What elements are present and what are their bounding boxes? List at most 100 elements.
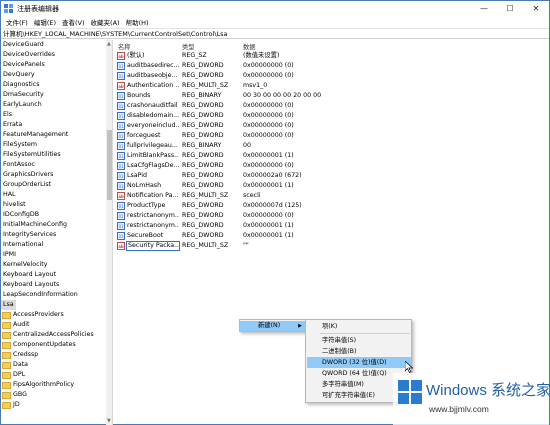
binary-value-icon: 01 [117,172,125,180]
tree-item[interactable]: DevQuery [1,70,35,80]
tree-item[interactable]: DeviceGuard [1,40,44,50]
tree-item[interactable]: Diagnostics [1,80,40,90]
value-data: 0x00000001 (1) [243,152,294,159]
site-watermark: Windows 系统之家 www.bjjmlv.com [393,373,550,425]
binary-value-icon: 01 [117,202,125,210]
tree-item[interactable]: FontAssoc [1,160,35,170]
tree-item[interactable]: Errata [1,120,22,130]
submenu-item-string[interactable]: 字符串值(S) [307,335,411,346]
value-row[interactable]: 01 LsaCfgFlagsDe... REG_DWORD 0x00000000 (0… [116,161,416,171]
binary-value-icon: 01 [117,112,125,120]
tree-child-item[interactable]: JD [13,400,20,410]
maximize-button[interactable]: ☐ [497,1,523,16]
value-row[interactable]: 01 crashonauditfail REG_DWORD 0x00000000 (0… [116,101,416,111]
value-name: disabledomain... [127,112,179,119]
tree-child-item[interactable]: FipsAlgorithmPolicy [13,380,74,390]
folder-icon [2,351,11,359]
value-row[interactable]: 01 restrictanonym... REG_DWORD 0x00000001 (… [116,221,416,231]
tree-item[interactable]: IDConfigDB [1,210,39,220]
value-row[interactable]: ab (默认) REG_SZ (数值未设置) [116,51,416,61]
value-row[interactable]: 01 NoLmHash REG_DWORD 0x00000001 (1) [116,181,416,191]
tree-item[interactable]: DevicePanels [1,60,45,70]
tree-item[interactable]: KernelVelocity [1,260,47,270]
menu-file[interactable]: 文件(F) [3,17,31,27]
tree-item[interactable]: HAL [1,190,16,200]
tree-child-item[interactable]: Credssp [13,350,38,360]
tree-child-item[interactable]: Data [13,360,28,370]
value-row[interactable]: ab Notification Pa... REG_MULTI_SZ scecli [116,191,416,201]
value-row[interactable]: 01 auditbaseobje... REG_DWORD 0x00000000 (0… [116,71,416,81]
value-row[interactable]: 01 ProductType REG_DWORD 0x0000007d (125) [116,201,416,211]
tree-item[interactable]: Els [1,110,12,120]
string-value-icon: ab [117,192,125,200]
value-row[interactable]: 01 auditbasedirec... REG_DWORD 0x00000000 (… [116,61,416,71]
value-name: LimitBlankPass... [127,152,179,159]
tree-item[interactable]: LeapSecondInformation [1,290,78,300]
tree-child-item[interactable]: GBG [13,390,27,400]
value-row[interactable]: 01 restrictanonym... REG_DWORD 0x00000000 (… [116,211,416,221]
value-data: 0x00000000 (0) [243,122,294,129]
tree-item[interactable]: Keyboard Layouts [1,280,59,290]
value-row[interactable]: 01 forceguest REG_DWORD 0x00000000 (0) [116,131,416,141]
submenu-item-dword[interactable]: DWORD (32 位)值(D) [307,357,411,368]
value-row[interactable]: ab Security Packa... REG_MULTI_SZ "" [116,241,416,251]
tree-item[interactable]: IntegrityServices [1,230,56,240]
value-row[interactable]: 01 fullprivilegeau... REG_BINARY 00 [116,141,416,151]
tree-item[interactable]: IPMI [1,250,16,260]
tree-item[interactable]: GroupOrderList [1,180,51,190]
scroll-down-icon[interactable]: ▼ [107,418,111,424]
value-data: 0x00000000 (0) [243,72,294,79]
tree-item[interactable]: FileSystem [1,140,37,150]
value-row[interactable]: 01 Bounds REG_BINARY 00 30 00 00 00 20 00 0… [116,91,416,101]
menu-help[interactable]: 帮助(H) [123,17,152,27]
tree-child-item[interactable]: AccessProviders [13,310,64,320]
value-row[interactable]: 01 everyoneinclud... REG_DWORD 0x00000000 (… [116,121,416,131]
submenu-arrow-icon: ▶ [298,323,302,329]
value-row[interactable]: 01 LsaPid REG_DWORD 0x000002a0 (672) [116,171,416,181]
column-header-type[interactable]: 类型 [182,42,195,51]
value-type: REG_BINARY [182,142,222,149]
address-bar[interactable]: 计算机\HKEY_LOCAL_MACHINE\SYSTEM\CurrentCon… [1,28,549,39]
value-name: Notification Pa... [127,192,179,199]
value-data: "" [243,242,249,249]
value-row[interactable]: 01 disabledomain... REG_DWORD 0x00000000 (0… [116,111,416,121]
value-row[interactable]: 01 SecureBoot REG_DWORD 0x00000001 (1) [116,231,416,241]
tree-scrollbar[interactable]: ▲ ▼ [106,40,112,425]
tree-child-item[interactable]: Audit [13,320,30,330]
menu-view[interactable]: 查看(V) [59,17,88,27]
value-row[interactable]: ab Authentication ... REG_MULTI_SZ msv1_0 [116,81,416,91]
tree-item-lsa-selected[interactable]: Lsa [1,300,16,310]
menu-edit[interactable]: 编辑(E) [31,17,59,27]
tree-item[interactable]: DeviceOverrides [1,50,55,60]
tree-item[interactable]: DmaSecurity [1,90,44,100]
column-header-name[interactable]: 名称 [118,42,131,51]
value-type: REG_DWORD [182,232,224,239]
value-type: REG_MULTI_SZ [182,82,229,89]
tree-item[interactable]: Keyboard Layout [1,270,56,280]
tree-item[interactable]: GraphicsDrivers [1,170,53,180]
submenu-item-key[interactable]: 项(K) [307,321,411,332]
scroll-up-icon[interactable]: ▲ [107,41,111,47]
tree-item[interactable]: FileSystemUtilities [1,150,61,160]
submenu-item-binary[interactable]: 二进制值(B) [307,346,411,357]
close-button[interactable]: ✕ [523,1,549,16]
scrollbar-thumb[interactable] [107,130,112,200]
minimize-button[interactable]: — [471,1,497,16]
value-name: restrictanonym... [127,222,179,229]
tree-item[interactable]: EarlyLaunch [1,100,42,110]
menu-favorites[interactable]: 收藏夹(A) [88,17,123,27]
column-header-data[interactable]: 数据 [243,42,256,51]
tree-child-item[interactable]: DPL [13,370,25,380]
value-row[interactable]: 01 LimitBlankPass... REG_DWORD 0x00000001 (… [116,151,416,161]
value-type: REG_DWORD [182,172,224,179]
value-type: REG_DWORD [182,222,224,229]
value-data: 0x0000007d (125) [243,202,302,209]
tree-item[interactable]: FeatureManagement [1,130,68,140]
tree-child-item[interactable]: CentralizedAccessPolicies [13,330,94,340]
tree-child-item[interactable]: ComponentUpdates [13,340,76,350]
tree-item[interactable]: hivelist [1,200,26,210]
value-data: 0x00000001 (1) [243,232,294,239]
tree-item[interactable]: InitialMachineConfig [1,220,67,230]
tree-item[interactable]: International [1,240,43,250]
context-menu-new[interactable]: 新建(N) ▶ [240,321,306,331]
